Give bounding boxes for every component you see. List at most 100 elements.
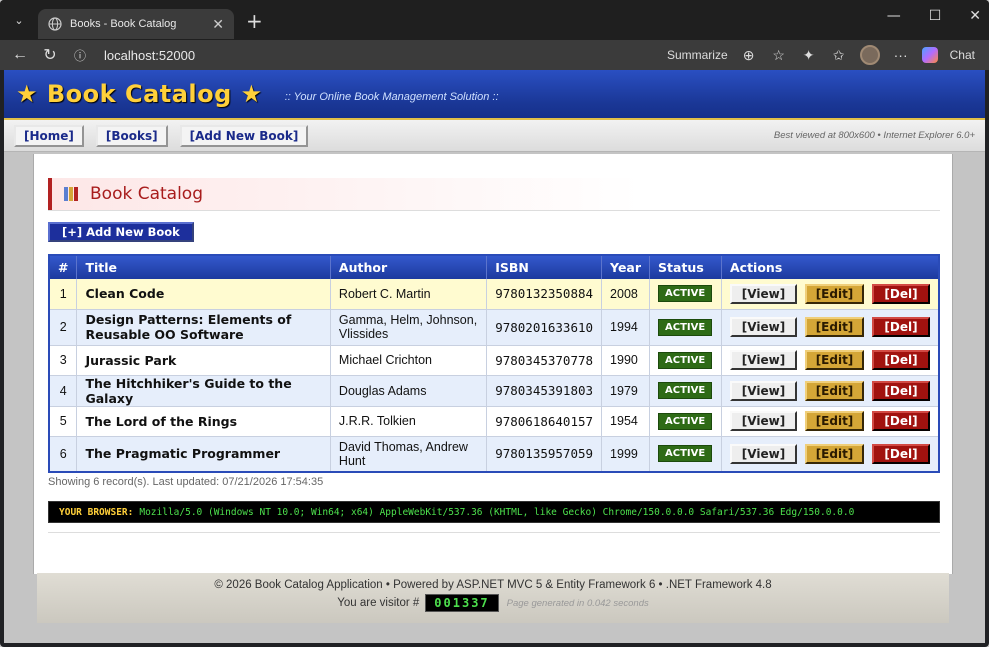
- nav-home[interactable]: [Home]: [14, 124, 84, 147]
- cell-title: Jurassic Park: [76, 345, 331, 376]
- cell-title: Design Patterns: Elements of Reusable OO…: [76, 309, 331, 346]
- cell-actions: [View] [Edit] [Del]: [721, 279, 939, 310]
- site-nav: [Home] [Books] [Add New Book] Best viewe…: [4, 120, 985, 152]
- favorites-icon[interactable]: ✩: [830, 47, 848, 64]
- row-actions: [View] [Edit] [Del]: [730, 350, 930, 370]
- row-actions: [View] [Edit] [Del]: [730, 443, 930, 464]
- page-generated-note: Page generated in 0.042 seconds: [506, 597, 649, 609]
- nav-add-new-book[interactable]: [Add New Book]: [179, 124, 309, 147]
- cell-status: ACTIVE: [649, 309, 722, 346]
- nav-books[interactable]: [Books]: [95, 124, 168, 147]
- edit-button[interactable]: [Edit]: [805, 380, 864, 401]
- ua-label: YOUR BROWSER:: [59, 506, 134, 518]
- col-header-author: Author: [330, 255, 488, 279]
- view-button[interactable]: [View]: [730, 443, 797, 464]
- more-menu-icon[interactable]: ···: [892, 47, 910, 63]
- ua-value: Mozilla/5.0 (Windows NT 10.0; Win64; x64…: [139, 506, 855, 518]
- profile-avatar[interactable]: [859, 45, 880, 65]
- add-new-book-button[interactable]: [+] Add New Book: [48, 222, 194, 242]
- browser-tab[interactable]: Books - Book Catalog ✕: [38, 9, 234, 39]
- tab-close-icon[interactable]: ✕: [212, 16, 224, 33]
- view-button[interactable]: [View]: [730, 317, 797, 337]
- row-actions: [View] [Edit] [Del]: [730, 411, 930, 431]
- cell-year: 1954: [601, 406, 651, 437]
- visitor-line: You are visitor # 001337 Page generated …: [37, 594, 949, 612]
- maximize-icon[interactable]: ☐: [929, 8, 942, 24]
- cell-actions: [View] [Edit] [Del]: [721, 345, 939, 376]
- cell-status: ACTIVE: [649, 406, 722, 437]
- close-window-icon[interactable]: ✕: [969, 8, 981, 24]
- info-icon[interactable]: ⓘ: [70, 47, 90, 64]
- url-field[interactable]: localhost:52000: [104, 48, 667, 63]
- new-tab-plus-icon[interactable]: +: [246, 9, 263, 33]
- site-banner: ★ Book Catalog ★ :: Your Online Book Man…: [4, 70, 985, 120]
- cell-actions: [View] [Edit] [Del]: [721, 436, 939, 473]
- status-badge: ACTIVE: [658, 285, 713, 303]
- delete-button[interactable]: [Del]: [872, 283, 930, 304]
- view-button[interactable]: [View]: [730, 411, 797, 431]
- cell-num: 4: [49, 375, 78, 407]
- cell-isbn: 9780132350884: [486, 279, 603, 310]
- favorite-star-icon[interactable]: ☆: [770, 47, 788, 64]
- back-arrow-icon[interactable]: ←: [10, 46, 30, 64]
- cell-actions: [View] [Edit] [Del]: [721, 406, 939, 437]
- edit-button[interactable]: [Edit]: [805, 283, 864, 304]
- col-header-status: Status: [649, 255, 722, 279]
- edit-button[interactable]: [Edit]: [805, 443, 864, 464]
- edit-button[interactable]: [Edit]: [805, 411, 864, 431]
- status-badge: ACTIVE: [658, 351, 713, 369]
- chat-button[interactable]: Chat: [950, 48, 975, 62]
- cell-author: David Thomas, Andrew Hunt: [330, 436, 488, 473]
- cell-title: The Hitchhiker's Guide to the Galaxy: [76, 375, 331, 407]
- cell-author: Robert C. Martin: [330, 279, 488, 310]
- cell-num: 6: [49, 436, 78, 473]
- zoom-icon[interactable]: ⊕: [740, 47, 758, 64]
- cell-year: 1994: [601, 309, 651, 346]
- globe-icon: [48, 17, 62, 31]
- col-header-year: Year: [601, 255, 651, 279]
- reload-icon[interactable]: ↻: [40, 45, 60, 65]
- browser-toolbar: Summarize ⊕ ☆ ✦ ✩ ··· Chat: [667, 45, 979, 65]
- delete-button[interactable]: [Del]: [872, 317, 930, 337]
- cell-isbn: 9780135957059: [486, 436, 603, 473]
- copilot-icon[interactable]: [921, 47, 938, 63]
- view-button[interactable]: [View]: [730, 283, 797, 304]
- extensions-icon[interactable]: ✦: [800, 47, 818, 64]
- cell-status: ACTIVE: [649, 345, 722, 376]
- cell-isbn: 9780345391803: [486, 375, 603, 407]
- table-header-row: # Title Author ISBN Year Status Actions: [49, 255, 939, 279]
- table-row: 4 The Hitchhiker's Guide to the Galaxy Dou…: [49, 375, 939, 407]
- summarize-button[interactable]: Summarize: [667, 48, 728, 62]
- edit-button[interactable]: [Edit]: [805, 317, 864, 337]
- page-viewport: ★ Book Catalog ★ :: Your Online Book Man…: [4, 70, 985, 643]
- cell-status: ACTIVE: [649, 279, 722, 310]
- cell-isbn: 9780345370778: [486, 345, 603, 376]
- table-row: 1 Clean Code Robert C. Martin 9780132350884…: [49, 279, 939, 310]
- books-table-body: 1 Clean Code Robert C. Martin 9780132350884…: [49, 279, 939, 473]
- records-summary: Showing 6 record(s). Last updated: 07/21…: [48, 476, 324, 488]
- col-header-actions: Actions: [721, 255, 939, 279]
- cell-year: 1979: [601, 375, 651, 407]
- cell-year: 1990: [601, 345, 651, 376]
- edit-button[interactable]: [Edit]: [805, 350, 864, 370]
- minimize-icon[interactable]: —: [887, 8, 901, 24]
- view-button[interactable]: [View]: [730, 350, 797, 370]
- delete-button[interactable]: [Del]: [872, 411, 930, 431]
- view-button[interactable]: [View]: [730, 380, 797, 401]
- site-footer: © 2026 Book Catalog Application • Powere…: [37, 573, 949, 623]
- delete-button[interactable]: [Del]: [872, 443, 930, 464]
- cell-title: The Lord of the Rings: [76, 406, 331, 437]
- page-title: Book Catalog: [90, 184, 203, 204]
- user-agent-bar: YOUR BROWSER: Mozilla/5.0 (Windows NT 10…: [48, 501, 940, 523]
- delete-button[interactable]: [Del]: [872, 350, 930, 370]
- table-row: 3 Jurassic Park Michael Crichton 9780345370…: [49, 345, 939, 376]
- col-header-title: Title: [76, 255, 331, 279]
- tab-list-chevron-icon[interactable]: ⌄: [8, 9, 30, 31]
- delete-button[interactable]: [Del]: [872, 380, 930, 401]
- col-header-num: #: [49, 255, 78, 279]
- cell-num: 1: [49, 279, 78, 310]
- site-logo[interactable]: ★ Book Catalog ★: [16, 80, 263, 108]
- cell-title: Clean Code: [76, 279, 331, 310]
- window-controls: — ☐ ✕: [887, 8, 981, 24]
- cell-actions: [View] [Edit] [Del]: [721, 309, 939, 346]
